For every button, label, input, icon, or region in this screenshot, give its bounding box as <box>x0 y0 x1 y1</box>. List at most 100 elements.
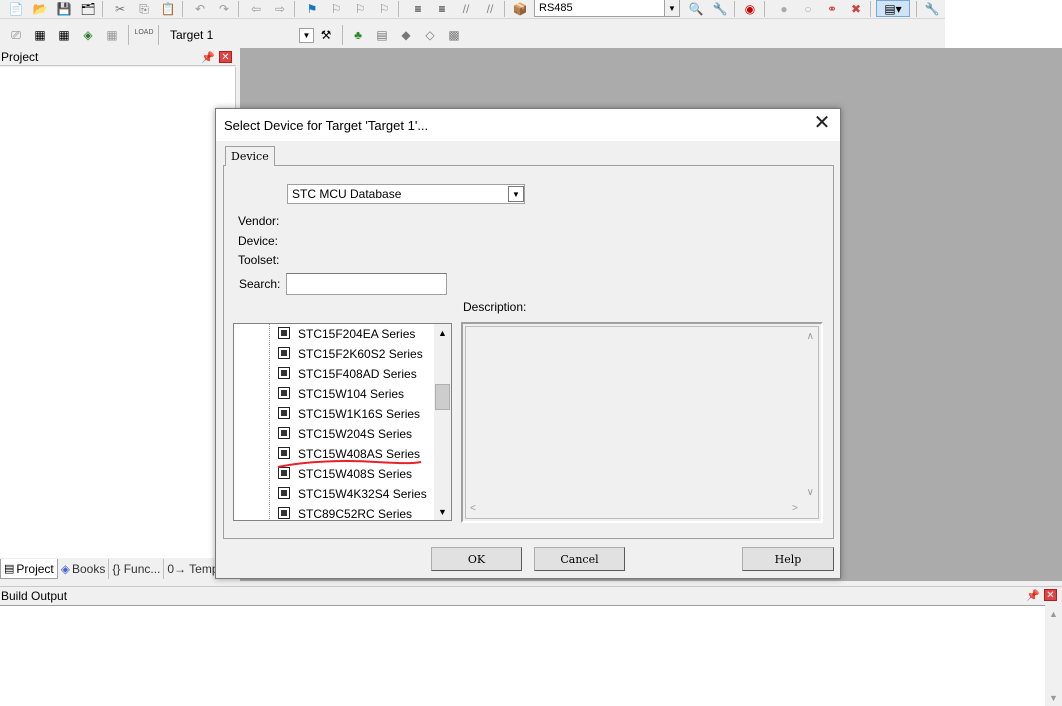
unindent-icon[interactable]: ≡ <box>434 1 450 16</box>
device-tree-scrollbar[interactable]: ▲ ▼ <box>434 324 451 520</box>
kill-breakpoints-icon[interactable]: ✖ <box>848 1 864 16</box>
translate-icon[interactable]: ⎚ <box>8 27 24 42</box>
copy-icon[interactable]: ⎘ <box>136 1 152 16</box>
find-in-files-icon[interactable]: 📦 <box>512 1 528 16</box>
build-output-text <box>0 605 1045 706</box>
scroll-thumb[interactable] <box>435 384 450 410</box>
bookmark-icon[interactable]: ⚑ <box>304 1 320 16</box>
tab-device[interactable]: Device <box>225 146 275 166</box>
debug-session-icon[interactable]: ◉ <box>742 1 758 16</box>
clear-bookmarks-icon[interactable]: ⚐ <box>376 1 392 16</box>
chip-icon <box>278 427 290 439</box>
project-tree <box>0 67 236 558</box>
tab-functions[interactable]: {} Func... <box>109 559 165 579</box>
nav-forward-icon[interactable]: ⇨ <box>272 1 288 16</box>
configure-icon[interactable]: 🔧 <box>924 1 940 16</box>
vendor-label: Vendor: <box>238 214 280 228</box>
tab-books[interactable]: ◈ Books <box>58 559 110 579</box>
find-icon[interactable]: 🔍 <box>688 1 704 16</box>
scroll-up-icon[interactable]: ▲ <box>1045 605 1062 622</box>
pack-installer-icon[interactable]: ◇ <box>422 27 438 42</box>
target-combo[interactable]: RS485 ▼ <box>534 0 680 17</box>
chip-icon <box>278 407 290 419</box>
window-layout-icon[interactable]: ▤▾ <box>876 0 910 17</box>
build-output-title: Build Output <box>1 588 68 603</box>
download-icon[interactable]: LOAD <box>134 25 153 40</box>
build-toolbar: ⎚ ▦ ▦ ◈ ▦ LOAD Target 1 ▼ ⚒ ♣ ▤ ◆ ◇ ▩ <box>0 22 470 48</box>
scroll-up-icon[interactable]: ∧ <box>807 331 814 342</box>
next-bookmark-icon[interactable]: ⚐ <box>352 1 368 16</box>
save-all-icon[interactable]: 🗂 <box>80 1 96 16</box>
stop-build-icon[interactable]: ▦ <box>104 27 120 42</box>
disable-breakpoint-icon[interactable]: ○ <box>800 1 816 16</box>
build-output-header: Build Output <box>0 586 1062 604</box>
disable-all-breakpoints-icon[interactable]: ⚭ <box>824 1 840 16</box>
annotation-underline <box>277 460 422 468</box>
nav-back-icon[interactable]: ⇦ <box>248 1 264 16</box>
books-icon: ◈ <box>60 562 70 576</box>
manage-rte-icon[interactable]: ◆ <box>398 27 414 42</box>
incremental-find-icon[interactable]: 🔧 <box>712 1 728 16</box>
paste-icon[interactable]: 📋 <box>160 1 176 16</box>
target-combo-value: RS485 <box>539 2 573 14</box>
close-icon[interactable]: ✕ <box>219 51 232 63</box>
description-panel: ∧ ∨ < > <box>461 322 823 523</box>
chip-icon <box>278 347 290 359</box>
device-tab-page: STC MCU Database ▼ Vendor: Device: Tools… <box>223 165 834 539</box>
close-icon[interactable]: ✕ <box>1044 589 1057 601</box>
target-select-value: Target 1 <box>170 28 214 42</box>
help-button[interactable]: Help <box>742 547 834 571</box>
select-device-dialog: Select Device for Target 'Target 1'... ✕… <box>215 108 841 579</box>
save-icon[interactable]: 💾 <box>56 1 72 16</box>
build-icon[interactable]: ▦ <box>32 27 48 42</box>
redo-icon[interactable]: ↷ <box>216 1 232 16</box>
pin-icon[interactable]: 📌 <box>201 51 215 64</box>
scroll-up-icon[interactable]: ▲ <box>434 324 451 341</box>
rebuild-icon[interactable]: ▦ <box>56 27 72 42</box>
multi-project-icon[interactable]: ▩ <box>446 27 462 42</box>
chevron-down-icon[interactable]: ▼ <box>664 0 679 16</box>
main-toolbar: 📄 📂 💾 🗂 ✂ ⎘ 📋 ↶ ↷ ⇦ ⇨ ⚑ ⚐ ⚐ ⚐ ≡ ≡ // // … <box>0 0 945 19</box>
comment-icon[interactable]: // <box>458 1 474 16</box>
dialog-title-bar: Select Device for Target 'Target 1'... <box>216 109 840 141</box>
breakpoint-icon[interactable]: ● <box>776 1 792 16</box>
chevron-down-icon[interactable]: ▼ <box>299 28 314 43</box>
undo-icon[interactable]: ↶ <box>192 1 208 16</box>
indent-icon[interactable]: ≡ <box>410 1 426 16</box>
ok-button[interactable]: OK <box>431 547 522 571</box>
chip-icon <box>278 487 290 499</box>
select-packs-icon[interactable]: ▤ <box>374 27 390 42</box>
scroll-right-icon[interactable]: > <box>792 503 798 514</box>
new-file-icon[interactable]: 📄 <box>8 1 24 16</box>
manage-components-icon[interactable]: ♣ <box>350 27 366 42</box>
chip-icon <box>278 507 290 519</box>
tab-project[interactable]: ▤ Project <box>0 559 58 579</box>
project-tab-icon: ▤ <box>4 563 15 575</box>
batch-build-icon[interactable]: ◈ <box>80 27 96 42</box>
scroll-down-icon[interactable]: ▼ <box>434 503 451 520</box>
dialog-title: Select Device for Target 'Target 1'... <box>224 117 429 133</box>
open-folder-icon[interactable]: 📂 <box>32 1 48 16</box>
device-label: Device: <box>238 234 279 248</box>
uncomment-icon[interactable]: // <box>482 1 498 16</box>
cancel-button[interactable]: Cancel <box>534 547 625 571</box>
chip-icon <box>278 387 290 399</box>
close-icon[interactable]: ✕ <box>812 113 832 134</box>
chevron-down-icon[interactable]: ▼ <box>508 186 524 202</box>
scroll-down-icon[interactable]: ∨ <box>807 487 814 498</box>
target-select[interactable]: Target 1 ▼ <box>166 25 314 45</box>
pin-icon[interactable]: 📌 <box>1026 589 1040 602</box>
search-input[interactable] <box>286 273 447 295</box>
project-panel-tabs: ▤ Project ◈ Books {} Func... 0→ Temp... <box>0 558 240 580</box>
target-options-icon[interactable]: ⚒ <box>318 27 334 42</box>
cut-icon[interactable]: ✂ <box>112 1 128 16</box>
chip-icon <box>278 327 290 339</box>
device-tree[interactable]: STC15F204EA Series STC15F2K60S2 Series S… <box>233 323 452 521</box>
prev-bookmark-icon[interactable]: ⚐ <box>328 1 344 16</box>
build-output-scrollbar[interactable]: ▲ ▼ <box>1045 605 1062 706</box>
scroll-down-icon[interactable]: ▼ <box>1045 689 1062 706</box>
scroll-left-icon[interactable]: < <box>470 503 476 514</box>
database-select[interactable]: STC MCU Database ▼ <box>287 184 525 204</box>
chip-icon <box>278 367 290 379</box>
description-text: ∧ ∨ < > <box>465 326 819 519</box>
